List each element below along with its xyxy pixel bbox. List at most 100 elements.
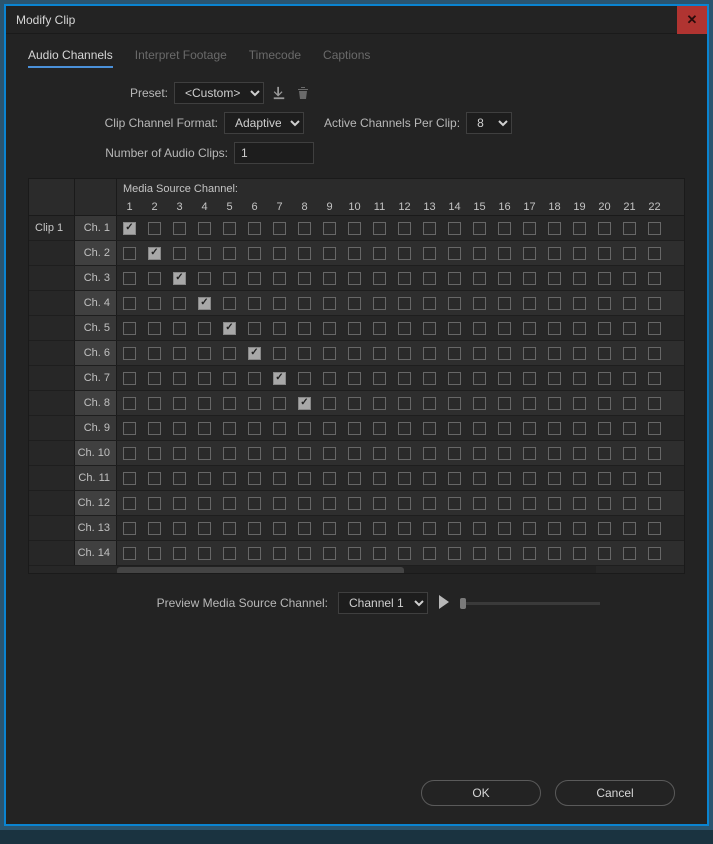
close-button[interactable]: ✕ (677, 6, 707, 34)
channel-checkbox[interactable] (498, 322, 511, 335)
play-icon[interactable] (438, 595, 450, 612)
channel-checkbox[interactable] (323, 497, 336, 510)
channel-checkbox[interactable] (473, 247, 486, 260)
channel-checkbox[interactable] (623, 347, 636, 360)
channel-checkbox[interactable] (248, 547, 261, 560)
channel-checkbox[interactable] (448, 447, 461, 460)
tab-timecode[interactable]: Timecode (249, 48, 301, 68)
channel-checkbox[interactable] (348, 272, 361, 285)
channel-checkbox[interactable] (223, 497, 236, 510)
channel-checkbox[interactable] (623, 322, 636, 335)
channel-checkbox[interactable] (223, 347, 236, 360)
channel-checkbox[interactable] (348, 297, 361, 310)
channel-checkbox[interactable] (298, 297, 311, 310)
channel-checkbox[interactable] (523, 522, 536, 535)
channel-checkbox[interactable] (298, 422, 311, 435)
channel-checkbox[interactable] (448, 472, 461, 485)
channel-checkbox[interactable] (298, 222, 311, 235)
channel-checkbox[interactable] (423, 422, 436, 435)
channel-checkbox[interactable] (173, 422, 186, 435)
channel-checkbox[interactable] (123, 372, 136, 385)
channel-checkbox[interactable] (573, 472, 586, 485)
channel-checkbox[interactable] (473, 222, 486, 235)
channel-checkbox[interactable] (448, 422, 461, 435)
channel-checkbox[interactable] (373, 447, 386, 460)
channel-checkbox[interactable] (548, 247, 561, 260)
channel-checkbox[interactable] (548, 347, 561, 360)
channel-checkbox[interactable] (123, 422, 136, 435)
channel-checkbox[interactable] (148, 297, 161, 310)
channel-checkbox[interactable] (623, 297, 636, 310)
channel-checkbox[interactable] (373, 347, 386, 360)
preview-channel-select[interactable]: Channel 1 (338, 592, 428, 614)
channel-checkbox[interactable] (598, 322, 611, 335)
channel-checkbox[interactable] (298, 272, 311, 285)
channel-checkbox[interactable] (373, 547, 386, 560)
channel-checkbox[interactable] (273, 447, 286, 460)
channel-checkbox[interactable] (623, 447, 636, 460)
channel-checkbox[interactable] (523, 447, 536, 460)
channel-checkbox[interactable] (223, 522, 236, 535)
channel-checkbox[interactable] (298, 347, 311, 360)
channel-checkbox[interactable] (223, 297, 236, 310)
channel-checkbox[interactable] (223, 222, 236, 235)
channel-checkbox[interactable] (448, 372, 461, 385)
channel-checkbox[interactable] (198, 247, 211, 260)
channel-checkbox[interactable] (598, 347, 611, 360)
channel-checkbox[interactable] (448, 322, 461, 335)
channel-checkbox[interactable] (548, 522, 561, 535)
channel-checkbox[interactable] (373, 297, 386, 310)
channel-checkbox[interactable] (398, 547, 411, 560)
channel-checkbox[interactable] (648, 547, 661, 560)
channel-checkbox[interactable] (398, 422, 411, 435)
channel-checkbox[interactable] (498, 347, 511, 360)
channel-checkbox[interactable] (523, 322, 536, 335)
channel-checkbox[interactable] (448, 522, 461, 535)
preview-slider[interactable] (460, 602, 600, 605)
channel-checkbox[interactable] (323, 522, 336, 535)
channel-checkbox[interactable] (573, 247, 586, 260)
channel-checkbox[interactable] (223, 272, 236, 285)
channel-checkbox[interactable] (148, 472, 161, 485)
channel-checkbox[interactable] (623, 522, 636, 535)
channel-checkbox[interactable] (523, 372, 536, 385)
channel-checkbox[interactable] (123, 497, 136, 510)
channel-checkbox[interactable] (573, 272, 586, 285)
titlebar[interactable]: Modify Clip ✕ (6, 6, 707, 34)
channel-checkbox[interactable] (498, 472, 511, 485)
channel-checkbox[interactable] (298, 447, 311, 460)
channel-checkbox[interactable] (448, 297, 461, 310)
channel-checkbox[interactable] (523, 347, 536, 360)
channel-checkbox[interactable] (348, 222, 361, 235)
channel-checkbox[interactable] (298, 247, 311, 260)
channel-checkbox[interactable] (598, 247, 611, 260)
channel-checkbox[interactable] (348, 497, 361, 510)
channel-checkbox[interactable] (123, 547, 136, 560)
channel-checkbox[interactable] (548, 447, 561, 460)
channel-checkbox[interactable] (148, 322, 161, 335)
channel-checkbox[interactable] (548, 472, 561, 485)
tab-interpret-footage[interactable]: Interpret Footage (135, 48, 227, 68)
channel-checkbox[interactable] (273, 247, 286, 260)
channel-checkbox[interactable] (248, 347, 261, 360)
channel-checkbox[interactable] (598, 547, 611, 560)
channel-checkbox[interactable] (323, 347, 336, 360)
channel-checkbox[interactable] (598, 297, 611, 310)
channel-checkbox[interactable] (373, 247, 386, 260)
channel-checkbox[interactable] (373, 397, 386, 410)
channel-checkbox[interactable] (398, 247, 411, 260)
channel-checkbox[interactable] (423, 222, 436, 235)
channel-checkbox[interactable] (548, 547, 561, 560)
channel-checkbox[interactable] (423, 522, 436, 535)
channel-checkbox[interactable] (323, 272, 336, 285)
channel-checkbox[interactable] (648, 347, 661, 360)
channel-checkbox[interactable] (248, 497, 261, 510)
channel-checkbox[interactable] (523, 422, 536, 435)
channel-checkbox[interactable] (348, 322, 361, 335)
channel-checkbox[interactable] (223, 397, 236, 410)
channel-checkbox[interactable] (548, 222, 561, 235)
channel-checkbox[interactable] (548, 422, 561, 435)
channel-checkbox[interactable] (473, 422, 486, 435)
channel-checkbox[interactable] (323, 372, 336, 385)
channel-checkbox[interactable] (198, 222, 211, 235)
